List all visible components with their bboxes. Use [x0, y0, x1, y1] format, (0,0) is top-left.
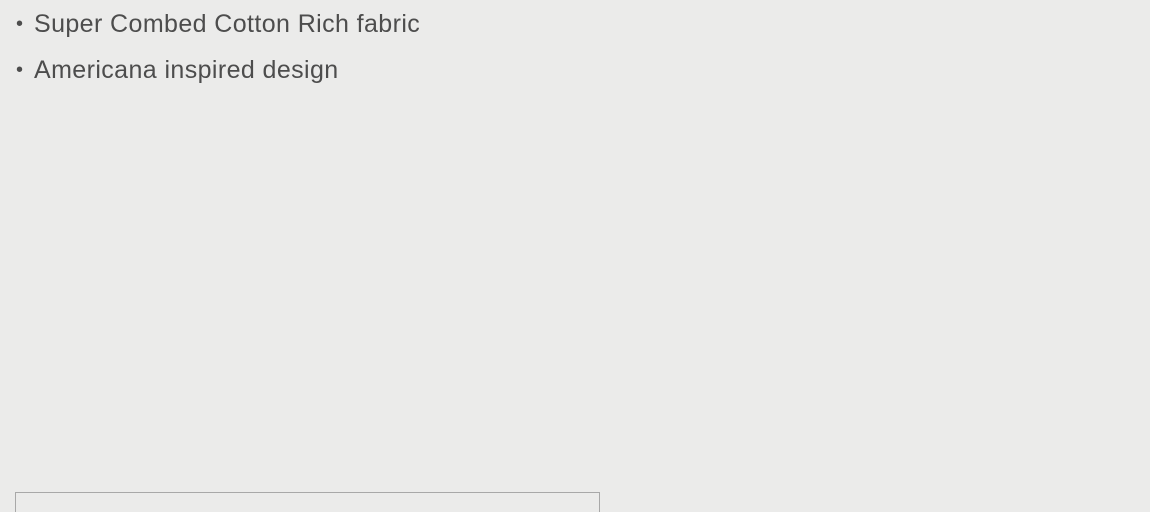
- feature-list: • Super Combed Cotton Rich fabric • Amer…: [16, 8, 420, 100]
- bullet-icon: •: [16, 13, 24, 35]
- feature-item: • Americana inspired design: [16, 54, 420, 86]
- bottom-panel-edge: [15, 492, 600, 512]
- feature-text: Super Combed Cotton Rich fabric: [34, 9, 421, 38]
- feature-item: • Super Combed Cotton Rich fabric: [16, 8, 420, 40]
- feature-text: Americana inspired design: [34, 55, 339, 84]
- bullet-icon: •: [16, 59, 24, 81]
